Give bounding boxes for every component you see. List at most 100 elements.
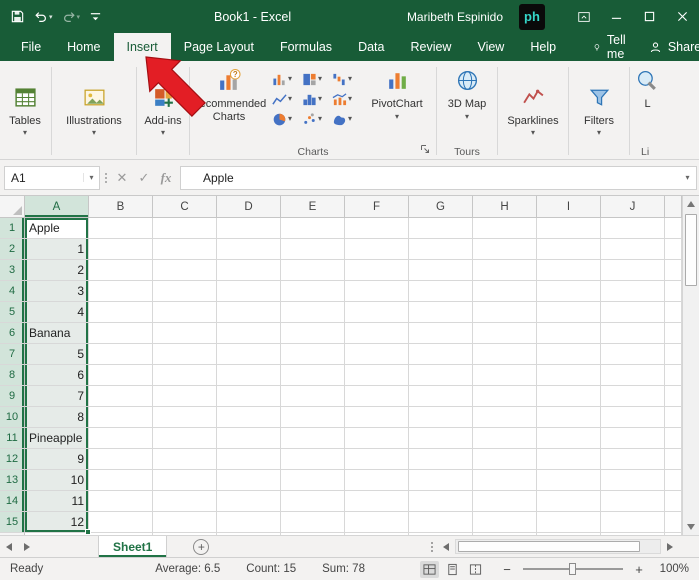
save-button[interactable]	[10, 9, 25, 24]
cell-C6[interactable]	[153, 323, 217, 344]
cell-E10[interactable]	[281, 407, 345, 428]
cell-C8[interactable]	[153, 365, 217, 386]
cell-A14[interactable]: 11	[25, 491, 89, 512]
cell-J6[interactable]	[601, 323, 665, 344]
illustrations-button[interactable]: Illustrations ▾	[55, 82, 133, 141]
cell-E2[interactable]	[281, 239, 345, 260]
close-button[interactable]	[666, 0, 699, 33]
cell-E12[interactable]	[281, 449, 345, 470]
cell-G4[interactable]	[409, 281, 473, 302]
share-button[interactable]: Share	[641, 33, 699, 61]
tab-splitter-handle[interactable]	[427, 536, 437, 557]
cell-B15[interactable]	[89, 512, 153, 533]
cell-A15[interactable]: 12	[25, 512, 91, 535]
cell-G6[interactable]	[409, 323, 473, 344]
ribbon-display-options-button[interactable]	[567, 0, 600, 33]
scroll-down-button[interactable]	[683, 519, 699, 535]
cell-A1[interactable]: Apple	[25, 218, 89, 239]
cell-E11[interactable]	[281, 428, 345, 449]
cell-B2[interactable]	[89, 239, 153, 260]
row-header-1[interactable]: 1	[0, 218, 25, 239]
cell-H12[interactable]	[473, 449, 537, 470]
cell-A10[interactable]: 8	[25, 407, 89, 428]
tab-insert[interactable]: Insert	[113, 33, 171, 61]
fill-handle[interactable]	[85, 529, 91, 535]
row-header-8[interactable]: 8	[0, 365, 25, 386]
cell-I1[interactable]	[537, 218, 601, 239]
hierarchy-chart-button[interactable]: ▾	[297, 69, 327, 89]
combo-chart-button[interactable]: ▾	[327, 89, 357, 109]
cell-D5[interactable]	[217, 302, 281, 323]
cell-F11[interactable]	[345, 428, 409, 449]
cell-G2[interactable]	[409, 239, 473, 260]
cell-I2[interactable]	[537, 239, 601, 260]
column-header-B[interactable]: B	[89, 196, 153, 218]
cell-F8[interactable]	[345, 365, 409, 386]
zoom-slider-thumb[interactable]	[569, 563, 576, 575]
cell-C3[interactable]	[153, 260, 217, 281]
horizontal-scroll-thumb[interactable]	[458, 541, 640, 552]
cell-B4[interactable]	[89, 281, 153, 302]
column-chart-button[interactable]: ▾	[267, 69, 297, 89]
cell-H2[interactable]	[473, 239, 537, 260]
cell-I15[interactable]	[537, 512, 601, 533]
row-header-13[interactable]: 13	[0, 470, 25, 491]
cell-C2[interactable]	[153, 239, 217, 260]
cell-D3[interactable]	[217, 260, 281, 281]
customize-quick-access-button[interactable]	[89, 10, 102, 23]
cell-J14[interactable]	[601, 491, 665, 512]
cell-J7[interactable]	[601, 344, 665, 365]
cell-C11[interactable]	[153, 428, 217, 449]
scroll-right-button[interactable]	[661, 542, 679, 551]
cell-I11[interactable]	[537, 428, 601, 449]
cell-F9[interactable]	[345, 386, 409, 407]
cell-F1[interactable]	[345, 218, 409, 239]
cell-B7[interactable]	[89, 344, 153, 365]
cell-F14[interactable]	[345, 491, 409, 512]
cell-J11[interactable]	[601, 428, 665, 449]
cell-E5[interactable]	[281, 302, 345, 323]
cell-G16[interactable]	[409, 533, 473, 535]
cell-E9[interactable]	[281, 386, 345, 407]
cell-G8[interactable]	[409, 365, 473, 386]
row-header-14[interactable]: 14	[0, 491, 25, 512]
column-header-A[interactable]: A	[25, 196, 89, 218]
tell-me-button[interactable]: Tell me	[583, 33, 641, 61]
cell-I12[interactable]	[537, 449, 601, 470]
cell-F15[interactable]	[345, 512, 409, 533]
cell-J15[interactable]	[601, 512, 665, 533]
cell-B13[interactable]	[89, 470, 153, 491]
map-chart-button[interactable]: ▾	[327, 109, 357, 129]
cell-G13[interactable]	[409, 470, 473, 491]
cell-G14[interactable]	[409, 491, 473, 512]
scroll-up-button[interactable]	[683, 196, 699, 212]
insert-function-button[interactable]: fx	[156, 166, 176, 190]
cell-C1[interactable]	[153, 218, 217, 239]
cell-C16[interactable]	[153, 533, 217, 535]
cell-G5[interactable]	[409, 302, 473, 323]
tab-formulas[interactable]: Formulas	[267, 33, 345, 61]
cell-H13[interactable]	[473, 470, 537, 491]
cell-H5[interactable]	[473, 302, 537, 323]
tab-view[interactable]: View	[464, 33, 517, 61]
cell-F12[interactable]	[345, 449, 409, 470]
page-break-view-button[interactable]	[466, 561, 485, 578]
cell-B14[interactable]	[89, 491, 153, 512]
status-count[interactable]: Count: 15	[246, 563, 296, 575]
row-header-7[interactable]: 7	[0, 344, 25, 365]
cell-F6[interactable]	[345, 323, 409, 344]
cell-G15[interactable]	[409, 512, 473, 533]
cell-I8[interactable]	[537, 365, 601, 386]
cell-J1[interactable]	[601, 218, 665, 239]
cell-E1[interactable]	[281, 218, 345, 239]
cell-G11[interactable]	[409, 428, 473, 449]
cell-F5[interactable]	[345, 302, 409, 323]
cell-A5[interactable]: 4	[25, 302, 89, 323]
filters-button[interactable]: Filters ▾	[572, 82, 626, 141]
scatter-chart-button[interactable]: ▾	[297, 109, 327, 129]
zoom-level[interactable]: 100%	[655, 563, 689, 575]
column-header-D[interactable]: D	[217, 196, 281, 218]
cell-D4[interactable]	[217, 281, 281, 302]
minimize-button[interactable]	[600, 0, 633, 33]
cell-E15[interactable]	[281, 512, 345, 533]
